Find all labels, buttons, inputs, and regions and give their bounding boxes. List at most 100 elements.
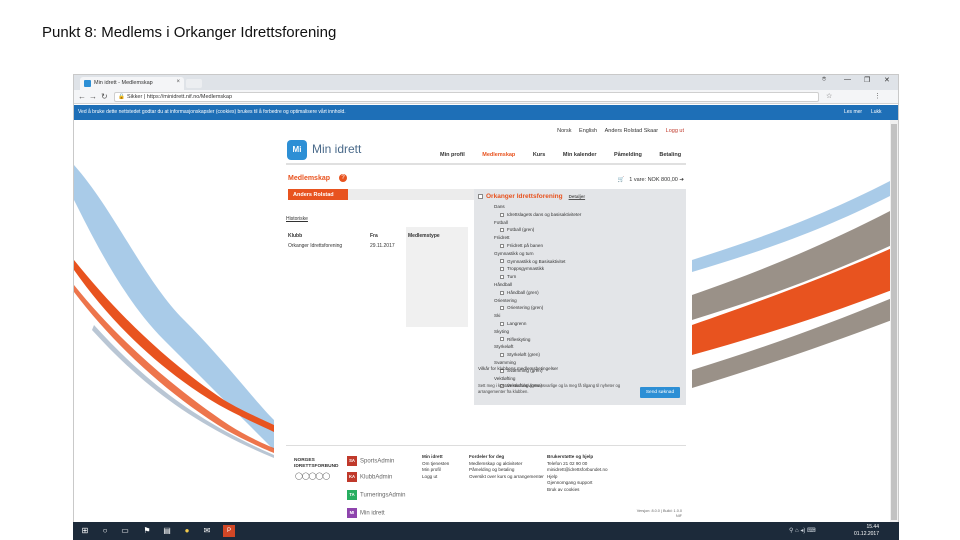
checkbox-icon[interactable] [500,274,504,279]
nav-min-kalender[interactable]: Min kalender [563,152,597,158]
address-bar[interactable]: 🔒 Sikker | https://minidrett.nif.no/Medl… [114,92,819,102]
footer-col-minidrett: Min idrett Om tjenesten Min profil Logg … [422,454,449,480]
checkbox-icon[interactable] [500,267,504,272]
cookie-more-link[interactable]: Les mer [844,109,862,115]
lock-icon: 🔒 [118,94,125,100]
activity-checkbox-item[interactable]: Orientering (gren) [494,304,674,312]
checkbox-icon[interactable] [500,228,504,233]
new-tab-button[interactable] [186,79,202,88]
checkbox-icon[interactable] [500,306,504,311]
cookie-close-link[interactable]: Lukk [871,109,882,115]
brand-minidrett[interactable]: MI Min idrett [347,508,385,518]
brand-turneringsadmin[interactable]: TA TurneringsAdmin [347,490,405,500]
lang-norsk-link[interactable]: Norsk [557,128,571,134]
activity-checkbox-item[interactable]: Håndball (gren) [494,289,674,297]
nif-logo[interactable]: NORGES IDRETTSFORBUND [294,458,339,470]
club-title: Orkanger Idrettsforening Detaljer [478,193,585,200]
tab-close-icon[interactable]: × [176,79,180,85]
checkbox-icon[interactable] [500,243,504,248]
footer-link[interactable]: Bruk av cookies [547,487,608,494]
club-name: Orkanger Idrettsforening [486,193,563,200]
checkbox-icon[interactable] [500,352,504,357]
tab-label: Min idrett - Medlemskap [94,80,153,86]
logout-link[interactable]: Logg ut [666,128,684,134]
page-scrollbar[interactable] [890,120,898,523]
footer-link[interactable]: minidrett@idrettsforbundet.no [547,467,608,474]
activity-checkbox-item[interactable]: Troppsgymnastikk [494,265,674,273]
footer-link[interactable]: Oversikt over kurs og arrangementer [469,474,544,481]
mail-icon[interactable]: ✉ [201,525,213,537]
minimize-icon[interactable]: — [844,76,851,83]
table-shade [406,227,468,327]
club-checkbox[interactable] [478,193,483,199]
activity-group-header: Fotball [494,219,674,227]
store-icon[interactable]: ▤ [161,525,173,537]
brand-sportsadmin[interactable]: SA SportsAdmin [347,456,394,466]
maximize-icon[interactable]: ❐ [864,76,870,84]
row-club[interactable]: Orkanger Idrettsforening [288,243,342,249]
star-icon[interactable]: ☆ [826,92,832,100]
checkbox-icon[interactable] [500,337,504,342]
task-view-icon[interactable]: ▭ [119,525,131,537]
terms-text[interactable]: Vilkår for klubbens medlemsbetingelser [478,366,558,371]
menu-icon[interactable]: ⋮ [874,92,881,100]
checkbox-icon[interactable] [500,290,504,295]
clock[interactable]: 15.44 01.12.2017 [854,524,879,538]
system-tray-icons[interactable]: ⚲ ⌂ ◂) ⌨ [789,527,816,534]
nav-min-profil[interactable]: Min profil [440,152,465,158]
activity-label: Skyting [494,328,510,334]
activity-group-header: Friidrett [494,234,674,242]
checkbox-icon[interactable] [500,321,504,326]
chrome-icon[interactable]: ● [181,525,193,537]
explorer-icon[interactable]: ⚑ [141,525,153,537]
powerpoint-icon[interactable]: P [223,525,235,537]
brand-klubbadmin[interactable]: KA KlubbAdmin [347,472,392,482]
activity-label: Styrkeløft (gren) [507,352,540,358]
activity-label: Troppsgymnastikk [507,266,545,272]
user-icon[interactable]: ⌾ [822,76,826,84]
checkbox-icon[interactable] [500,212,504,217]
nav-betaling[interactable]: Betaling [659,152,681,158]
activity-label: Håndball [494,281,513,287]
activity-group-header: Styrkeløft [494,343,674,351]
favicon-icon [84,80,91,87]
footer-link[interactable]: Logg ut [422,474,449,481]
history-link[interactable]: Historiske [286,216,308,222]
search-icon[interactable]: ○ [99,525,111,537]
scrollbar-thumb[interactable] [891,124,897,520]
version-info: Versjon: 8.0.0 | Build: 1.0.0 NIF [637,509,682,519]
back-arrow-icon[interactable]: ← [78,92,86,101]
browser-tab[interactable]: Min idrett - Medlemskap × [80,77,184,90]
member-name-button[interactable]: Anders Rolstad [288,189,348,200]
nav-pamelding[interactable]: Påmelding [614,152,642,158]
activity-checkbox-item[interactable]: Rifleskyting [494,336,674,344]
start-icon[interactable]: ⊞ [79,525,91,537]
activity-checkbox-item[interactable]: Turn [494,273,674,281]
forward-arrow-icon[interactable]: → [89,92,97,101]
min-idrett-logo[interactable]: Mi [287,140,307,160]
lang-english-link[interactable]: English [579,128,597,134]
help-icon[interactable]: ? [339,174,347,182]
activity-checkbox-item[interactable]: Idrettslagets dans og basisaktiviteter [494,211,674,219]
user-name-link[interactable]: Anders Rolstad Skaar [605,128,659,134]
activity-group-header: Håndball [494,281,674,289]
send-application-button[interactable]: Send søknad [640,387,680,398]
footer-col-fordeler: Fordeler for deg Medlemskap og aktivitet… [469,454,544,480]
activity-checkbox-item[interactable]: Styrkeløft (gren) [494,351,674,359]
activity-label: Ski [494,313,501,319]
nav-kurs[interactable]: Kurs [533,152,546,158]
nav-medlemskap[interactable]: Medlemskap [482,152,515,158]
section-title: Medlemskap [288,175,331,182]
details-link[interactable]: Detaljer [569,194,586,199]
activity-checkbox-item[interactable]: Langrenn [494,320,674,328]
activity-checkbox-item[interactable]: Fotball (gren) [494,226,674,234]
logo-text: Min idrett [312,142,362,156]
activity-label: Gymnastikk og Basisaktivitet [507,258,566,264]
reload-icon[interactable]: ↻ [101,92,108,101]
activity-checkbox-item[interactable]: Gymnastikk og Basisaktivitet [494,258,674,266]
browser-toolbar: ← → ↻ 🔒 Sikker | https://minidrett.nif.n… [74,90,898,104]
checkbox-icon[interactable] [500,259,504,264]
window-close-icon[interactable]: ✕ [884,76,890,84]
activity-checkbox-item[interactable]: Friidrett på banen [494,242,674,250]
cart-summary[interactable]: 🛒 1 vare: NOK 800,00 ➔ [618,177,684,183]
